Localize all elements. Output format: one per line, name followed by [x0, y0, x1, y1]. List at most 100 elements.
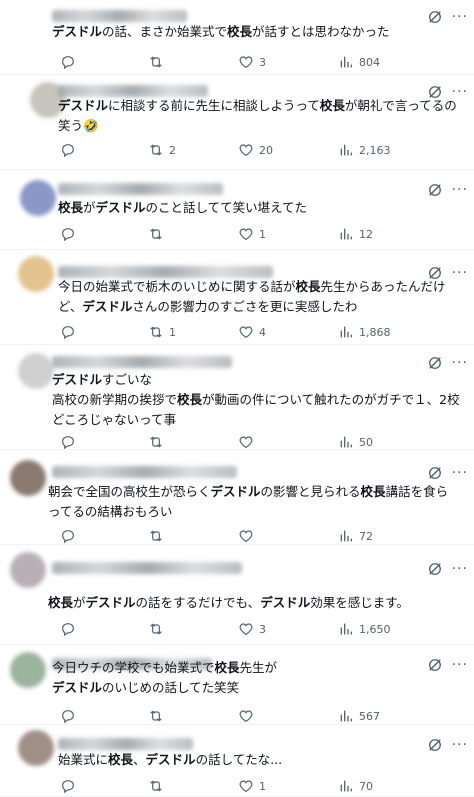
avatar[interactable] [10, 652, 46, 688]
share-button[interactable] [456, 140, 472, 160]
repost-icon [148, 324, 164, 340]
reply-post[interactable]: ··· デスドルすごいな 高校の新学期の挨拶で校長が動画の件について触れたのがガチ… [0, 345, 474, 450]
views-button[interactable]: 1,868 [338, 322, 391, 342]
action-bar: 1 12 [0, 224, 474, 244]
share-button[interactable] [456, 526, 472, 546]
repost-button[interactable] [148, 526, 169, 546]
more-icon[interactable]: ··· [452, 356, 468, 370]
share-button[interactable] [456, 224, 472, 244]
like-button[interactable]: 1 [238, 224, 266, 244]
repost-icon [148, 54, 164, 70]
avatar[interactable] [18, 730, 54, 766]
author-name-blurred[interactable] [52, 356, 232, 368]
repost-button[interactable] [148, 776, 169, 796]
repost-button[interactable] [148, 52, 169, 72]
like-button[interactable]: 4 [238, 322, 266, 342]
reply-button[interactable] [60, 526, 81, 546]
reply-icon [60, 778, 76, 794]
repost-button[interactable] [148, 432, 169, 452]
highlighted-keyword: 校長 [177, 392, 203, 407]
reply-post[interactable]: ··· 今日ウチの学校でも始業式で校長先生が デスドルのいじめの話してた笑笑 567 [0, 645, 474, 725]
repost-button[interactable] [148, 224, 169, 244]
reply-post[interactable]: ··· 朝会で全国の高校生が恐らくデスドルの影響と見られる校長講話を食らってるの結… [0, 450, 474, 545]
more-icon[interactable]: ··· [452, 183, 468, 197]
more-icon[interactable]: ··· [452, 562, 468, 576]
like-button[interactable]: 3 [238, 619, 266, 639]
author-name-blurred[interactable] [58, 183, 223, 195]
bookmark-button[interactable] [430, 776, 446, 796]
text-segment: 今日ウチの学校でも始業式で [52, 660, 215, 675]
reply-post[interactable]: ··· デスドルに相談する前に先生に相談しようって校長が朝礼で言ってるの笑う🤣 2 2… [0, 75, 474, 170]
text-segment: さんの影響力のすごさを更に実感したわ [132, 299, 358, 314]
repost-button[interactable]: 1 [148, 322, 176, 342]
reply-post[interactable]: ··· 始業式に校長、デスドルの話してたな... 1 70 [0, 725, 474, 797]
like-button[interactable]: 1 [238, 776, 266, 796]
reply-button[interactable] [60, 224, 81, 244]
share-button[interactable] [456, 52, 472, 72]
share-button[interactable] [456, 322, 472, 342]
bookmark-button[interactable] [430, 140, 446, 160]
reply-icon [60, 324, 76, 340]
highlighted-keyword: デスドル [52, 680, 103, 695]
share-button[interactable] [456, 706, 472, 726]
reply-button[interactable] [60, 706, 81, 726]
like-button[interactable] [238, 706, 259, 726]
text-segment: のこと話してて笑い堪えてた [145, 200, 308, 215]
reply-post[interactable]: ··· 校長がデスドルのこと話してて笑い堪えてた 1 12 [0, 170, 474, 250]
views-button[interactable]: 50 [338, 432, 373, 452]
reply-button[interactable] [60, 322, 81, 342]
repost-button[interactable] [148, 706, 169, 726]
repost-button[interactable] [148, 619, 169, 639]
bookmark-button[interactable] [430, 322, 446, 342]
author-name-blurred[interactable] [52, 562, 242, 574]
post-text: デスドルの話、まさか始業式で校長が話すとは思わなかった [52, 22, 460, 42]
avatar[interactable] [20, 180, 56, 216]
likes-count: 1 [259, 227, 266, 241]
views-button[interactable]: 12 [338, 224, 373, 244]
post-text: 朝会で全国の高校生が恐らくデスドルの影響と見られる校長講話を食らってるの結構おも… [48, 482, 460, 522]
grok-icon[interactable] [426, 560, 444, 578]
reply-button[interactable] [60, 140, 81, 160]
like-button[interactable]: 3 [238, 52, 266, 72]
bookmark-button[interactable] [430, 224, 446, 244]
bookmark-button[interactable] [430, 432, 446, 452]
reply-button[interactable] [60, 776, 81, 796]
avatar[interactable] [18, 353, 54, 389]
reply-button[interactable] [60, 52, 81, 72]
reply-button[interactable] [60, 619, 81, 639]
like-icon [238, 621, 254, 637]
grok-icon[interactable] [426, 181, 444, 199]
views-button[interactable]: 1,650 [338, 619, 391, 639]
likes-count: 20 [259, 143, 273, 157]
author-name-blurred[interactable] [52, 466, 237, 478]
avatar[interactable] [18, 256, 54, 292]
more-icon[interactable]: ··· [452, 466, 468, 480]
like-button[interactable] [238, 432, 259, 452]
like-button[interactable] [238, 526, 259, 546]
views-button[interactable]: 804 [338, 52, 380, 72]
avatar[interactable] [10, 460, 46, 496]
author-name-blurred[interactable] [58, 738, 193, 750]
views-button[interactable]: 70 [338, 776, 373, 796]
repost-button[interactable]: 2 [148, 140, 176, 160]
bookmark-button[interactable] [430, 52, 446, 72]
reply-post[interactable]: ··· 校長がデスドルの話をするだけでも、デスドル効果を感じます。 3 1,650 [0, 545, 474, 645]
reply-post[interactable]: ··· 今日の始業式で栃木のいじめに関する話が校長先生からあったんだけど、デスドル… [0, 250, 474, 345]
views-button[interactable]: 567 [338, 706, 380, 726]
author-name-blurred[interactable] [52, 10, 187, 22]
reply-icon [60, 226, 76, 242]
reply-button[interactable] [60, 432, 81, 452]
avatar[interactable] [10, 552, 46, 588]
share-button[interactable] [456, 619, 472, 639]
share-button[interactable] [456, 776, 472, 796]
bookmark-button[interactable] [430, 526, 446, 546]
highlighted-keyword: 校長 [227, 24, 253, 39]
reply-post[interactable]: ··· デスドルの話、まさか始業式で校長が話すとは思わなかった 3 804 [0, 0, 474, 75]
grok-icon[interactable] [426, 464, 444, 482]
views-button[interactable]: 72 [338, 526, 373, 546]
share-button[interactable] [456, 432, 472, 452]
views-button[interactable]: 2,163 [338, 140, 391, 160]
bookmark-button[interactable] [430, 706, 446, 726]
like-button[interactable]: 20 [238, 140, 273, 160]
bookmark-button[interactable] [430, 619, 446, 639]
